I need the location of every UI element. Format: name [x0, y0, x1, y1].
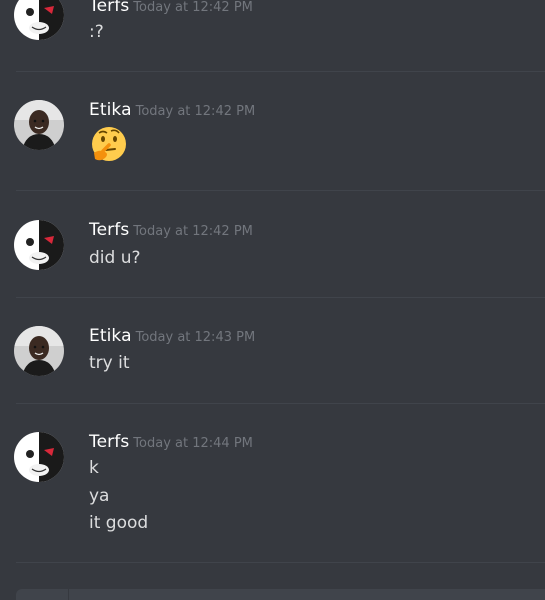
username[interactable]: Etika: [89, 326, 132, 346]
message-header: Etika Today at 12:42 PM: [89, 100, 255, 120]
monokuma-avatar[interactable]: [14, 432, 64, 482]
message-divider: [16, 403, 545, 404]
etika-avatar[interactable]: [14, 326, 64, 376]
message-header: Terfs Today at 12:44 PM: [89, 432, 253, 452]
message-text: try it: [89, 353, 130, 373]
message-header: Terfs Today at 12:42 PM: [89, 0, 253, 16]
chat-messages-pane[interactable]: Terfs Today at 12:42 PM :? Etika Today at …: [0, 0, 545, 600]
monokuma-avatar[interactable]: [14, 0, 64, 40]
username[interactable]: Terfs: [89, 0, 129, 16]
message-text: it good: [89, 513, 149, 533]
timestamp: Today at 12:42 PM: [133, 224, 253, 239]
username[interactable]: Terfs: [89, 220, 129, 240]
timestamp: Today at 12:44 PM: [133, 436, 253, 451]
message-text: did u?: [89, 248, 141, 268]
input-bar-separator: [68, 589, 69, 600]
username[interactable]: Terfs: [89, 432, 129, 452]
timestamp: Today at 12:42 PM: [135, 104, 256, 119]
message-header: Etika Today at 12:43 PM: [89, 326, 255, 346]
etika-avatar[interactable]: [14, 100, 64, 150]
message-input-bar[interactable]: [16, 589, 545, 600]
timestamp: Today at 12:42 PM: [133, 0, 253, 15]
message-header: Terfs Today at 12:42 PM: [89, 220, 253, 240]
message-divider: [16, 562, 545, 563]
timestamp: Today at 12:43 PM: [135, 330, 256, 345]
message-divider: [16, 71, 545, 72]
message-text: k: [89, 458, 99, 478]
message-text: :?: [89, 22, 104, 42]
thinking-face-emoji[interactable]: [89, 125, 129, 165]
message-divider: [16, 190, 545, 191]
message-text: ya: [89, 486, 110, 506]
message-divider: [16, 297, 545, 298]
monokuma-avatar[interactable]: [14, 220, 64, 270]
username[interactable]: Etika: [89, 100, 132, 120]
